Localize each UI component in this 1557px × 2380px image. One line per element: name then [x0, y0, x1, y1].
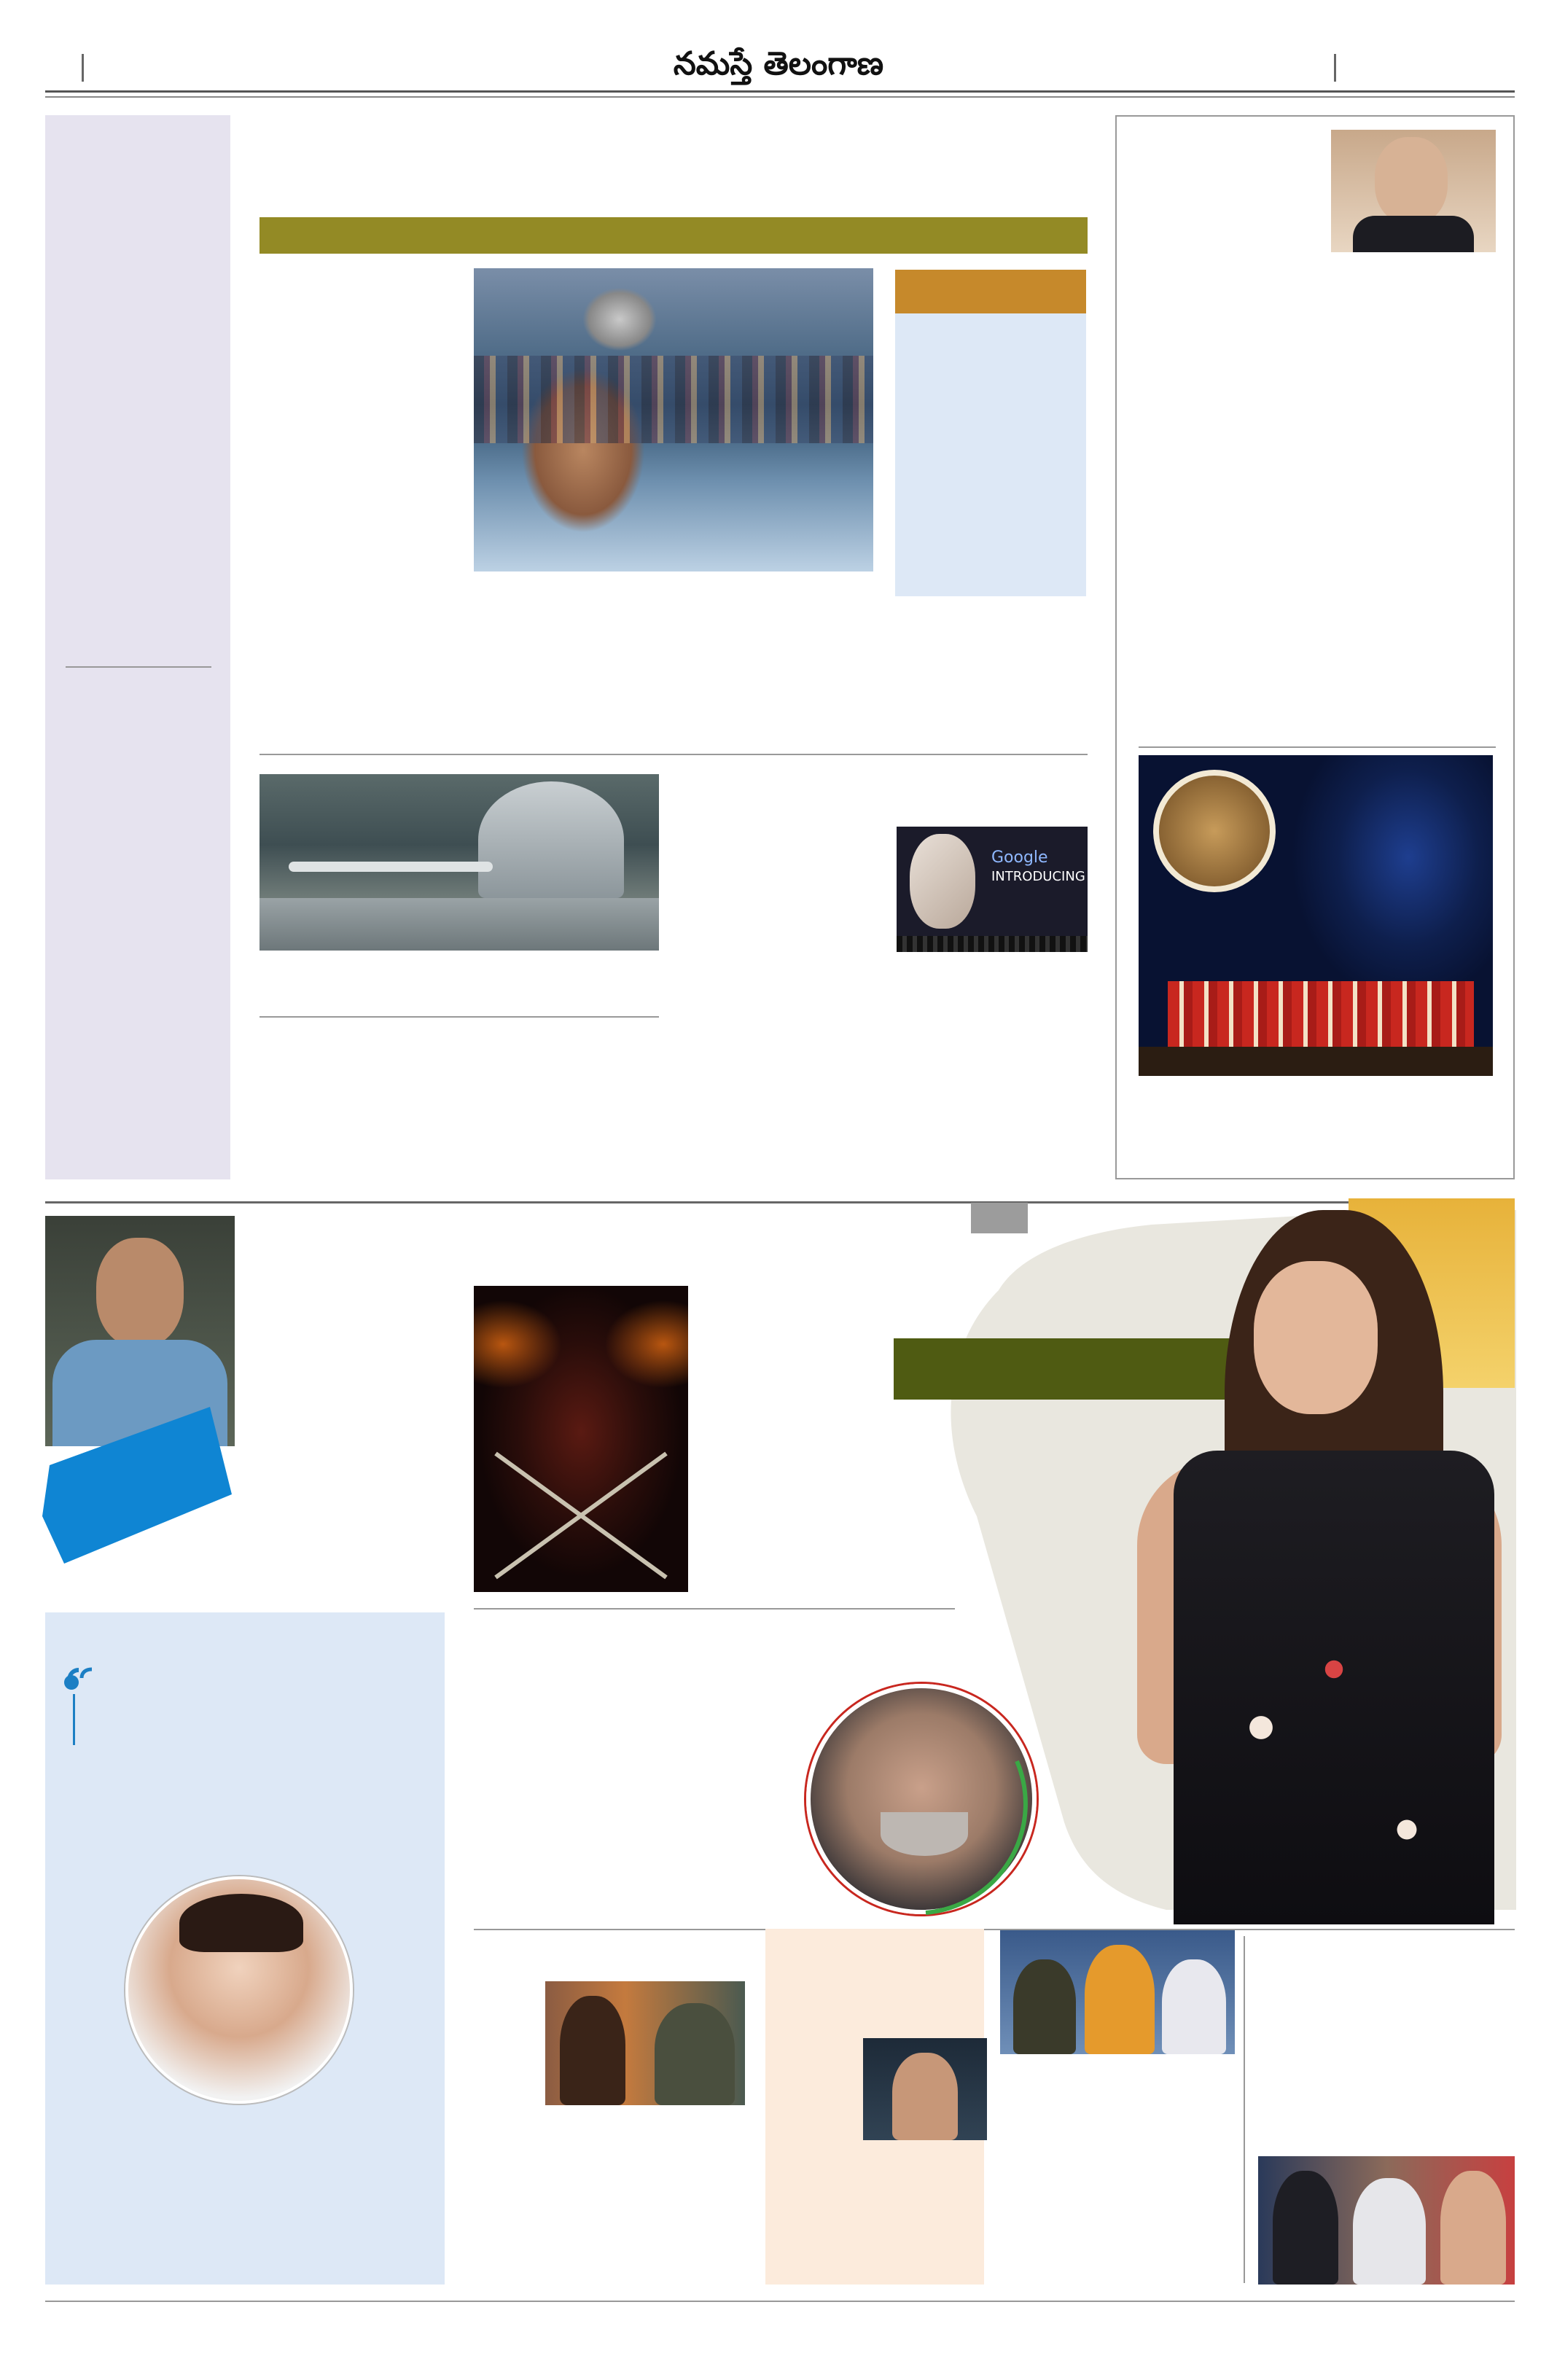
- blue-accent-shape: [42, 1407, 232, 1564]
- man-right: [1162, 1959, 1226, 2054]
- divider-under-aircraft: [260, 1016, 659, 1018]
- photo-elon-musk: [1331, 130, 1496, 252]
- woman-figure: [560, 1996, 625, 2105]
- crossed-swords: [494, 1451, 668, 1580]
- light-blue-info-box: [895, 313, 1086, 596]
- light-blue-quote-box: [45, 1612, 445, 2285]
- green-arc-accent: [925, 1760, 1028, 1915]
- actor-hair: [179, 1894, 303, 1952]
- man-center: [1353, 2178, 1426, 2285]
- masthead-rule-top: [45, 90, 1515, 93]
- photo-three-people-event: [1258, 2156, 1515, 2285]
- vertical-divider-bottom-right: [1244, 1936, 1245, 2283]
- quote-vertical-line: [73, 1694, 75, 1745]
- photo-man-in-studio: [863, 2038, 987, 2140]
- quote-mark-icon: [63, 1663, 96, 1693]
- inset-circle-photo: [1153, 770, 1276, 892]
- photo-three-men-garland: [1000, 1930, 1235, 2054]
- actress-face: [1254, 1261, 1378, 1414]
- portrait-suit: [1353, 216, 1474, 252]
- masthead-right-tick: [1334, 54, 1336, 82]
- masthead: నమస్తే తెలంగాణ: [44, 29, 1513, 99]
- footer-rule: [45, 2301, 1515, 2302]
- portrait-head: [1375, 137, 1448, 225]
- section-divider: [45, 1201, 1515, 1203]
- man-figure: [655, 2003, 735, 2105]
- man-center-saffron: [1085, 1945, 1155, 2054]
- olive-headline-bar: [260, 217, 1088, 254]
- audience-row: [897, 936, 1088, 952]
- missile: [289, 862, 493, 872]
- divider-top-mid: [260, 754, 1088, 755]
- photo-adiyogi-event: [1139, 755, 1493, 1076]
- grey-tab-marker: [971, 1203, 1028, 1233]
- actress-saree: [1174, 1451, 1494, 1924]
- masthead-rule-bottom: [45, 96, 1515, 98]
- masthead-title: నమస్తే తెలంగాణ: [673, 45, 884, 82]
- photo-movie-poster-warrior: [474, 1286, 688, 1592]
- photo-aircraft-missile: [260, 774, 659, 951]
- divider-right-column: [1139, 746, 1496, 748]
- introducing-label: INTRODUCING: [991, 869, 1085, 884]
- robot-face: [910, 834, 975, 929]
- crowd-band: [474, 356, 873, 443]
- portrait-face: [96, 1238, 184, 1347]
- quote-glyph-icon: [64, 1667, 93, 1690]
- studio-man: [892, 2053, 958, 2140]
- man-left: [1013, 1959, 1076, 2054]
- google-label: Google: [991, 848, 1048, 867]
- stage-performers: [1168, 981, 1474, 1047]
- photo-river-bath: [474, 268, 873, 571]
- sidebar-divider: [66, 666, 211, 668]
- divider-bottom-mid: [474, 1929, 1515, 1930]
- photo-google-introducing: Google INTRODUCING: [897, 827, 1088, 952]
- aircraft-fuselage: [478, 781, 624, 898]
- left-sidebar-panel: [45, 115, 230, 1179]
- stage-floor: [1139, 1047, 1493, 1076]
- woman-right: [1440, 2171, 1506, 2285]
- photo-film-still-couple: [545, 1981, 745, 2105]
- orange-box-header: [895, 270, 1086, 313]
- woman-left: [1273, 2171, 1338, 2285]
- photo-actress-saree: [1115, 1210, 1515, 1924]
- circle-photo-young-actor: [125, 1876, 353, 2104]
- aircraft-wing: [260, 898, 659, 951]
- divider-under-poster: [474, 1608, 955, 1610]
